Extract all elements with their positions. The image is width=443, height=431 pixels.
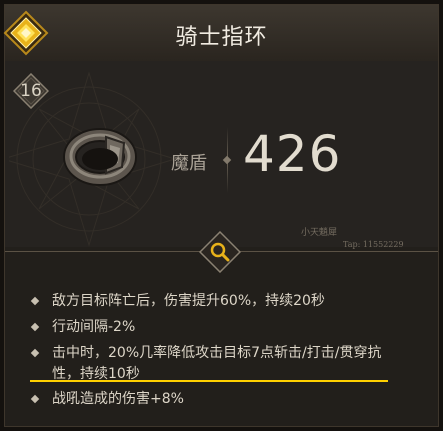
watermark-tap-id: Tap: 11552229 [343, 240, 404, 249]
magnifier-icon[interactable] [199, 231, 241, 273]
effect-text: 战吼造成的伤害+8% [52, 391, 184, 407]
bullet-icon [30, 348, 40, 358]
ring-icon [63, 128, 137, 186]
item-title: 骑士指环 [175, 25, 268, 50]
stat-label: 魔盾 [171, 153, 207, 174]
effect-text: 行动间隔-2% [52, 319, 136, 335]
bullet-icon [30, 394, 40, 404]
bullet-icon [30, 296, 40, 306]
watermark-name: 小天魈犀 [301, 228, 338, 238]
item-tooltip: 骑士指环 16 魔盾 426 小天魈犀 Tap: 11552229 敌方目标阵亡… [3, 4, 439, 427]
stat-value: 426 [243, 125, 342, 183]
item-summary-panel: 16 魔盾 426 [5, 61, 438, 247]
bullet-icon [30, 322, 40, 332]
divider-diamond-icon [222, 155, 232, 165]
effect-text: 击中时，20%几率降低攻击目标7点斩击/打击/贯穿抗性，持续10秒 [52, 345, 382, 382]
item-level: 16 [20, 81, 42, 101]
highlight-underline [30, 380, 388, 382]
effect-text: 敌方目标阵亡后，伤害提升60%，持续20秒 [52, 293, 325, 309]
tooltip-header: 骑士指环 [3, 5, 438, 62]
